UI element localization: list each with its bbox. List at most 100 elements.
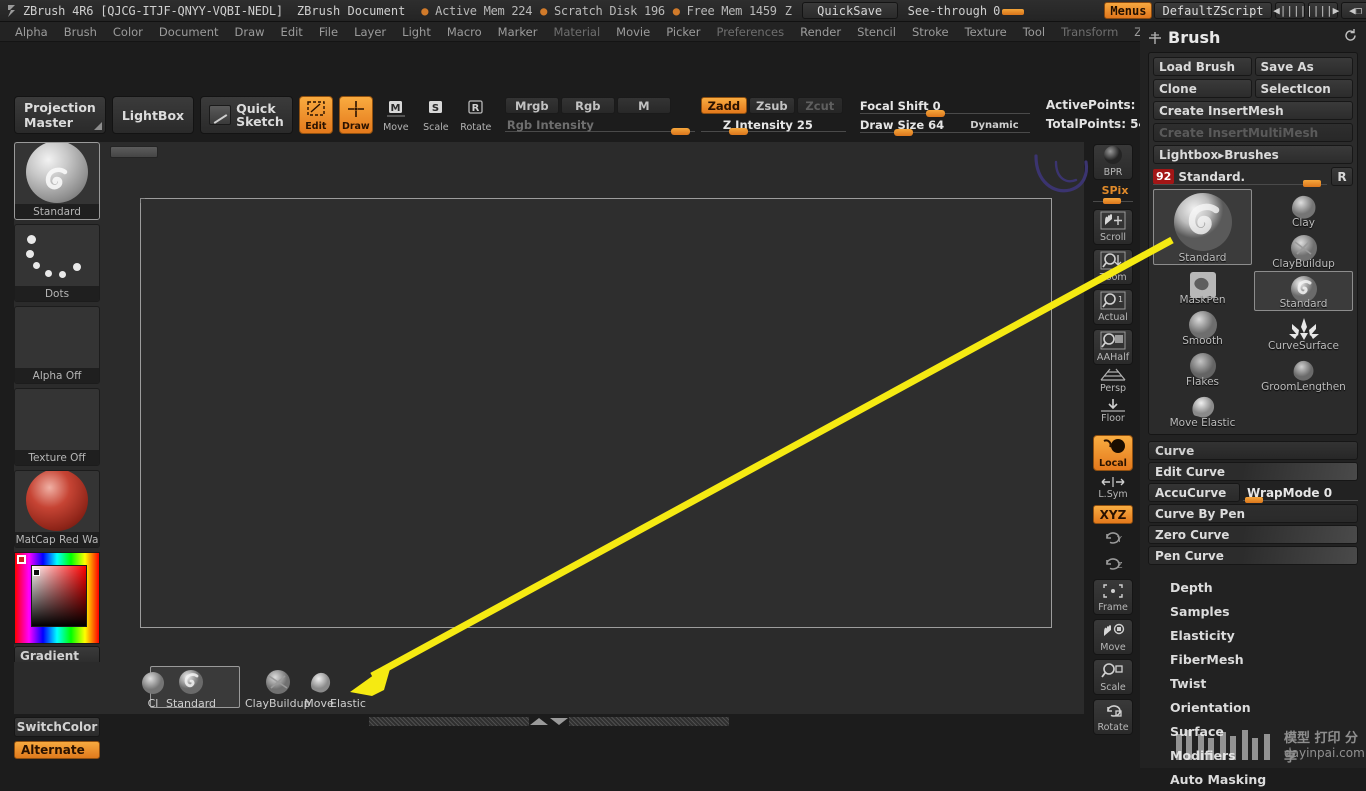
menus-button[interactable]: Menus [1104,2,1153,19]
color-picker[interactable] [14,552,100,644]
bpr-button[interactable]: BPR [1093,144,1133,180]
zadd-button[interactable]: Zadd [700,97,747,114]
alternate-button[interactable]: Alternate [14,741,100,759]
edit-button[interactable]: Edit [298,96,333,134]
rgb-intensity-slider[interactable]: Rgb Intensity [504,115,695,135]
menu-item-render[interactable]: Render [793,23,848,41]
xyz-button[interactable]: XYZ [1093,505,1133,524]
menu-item-stroke[interactable]: Stroke [905,23,956,41]
zoom-button[interactable]: Zoom [1093,249,1133,285]
tray-right-icon[interactable]: ||||▶ [1306,2,1339,19]
move-button[interactable]: M Move [379,96,413,134]
tray-item-clay[interactable]: Cl [138,671,168,710]
z-intensity-slider[interactable]: Z Intensity 25 [700,115,846,135]
zcut-button[interactable]: Zcut [796,97,843,114]
pen-curve-button[interactable]: Pen Curve [1148,546,1358,565]
brush-item-groomlengthen[interactable]: GroomLengthen [1254,353,1353,393]
accucurve-button[interactable]: AccuCurve [1148,483,1240,502]
create-insertmesh-button[interactable]: Create InsertMesh [1153,101,1353,120]
section-auto-masking[interactable]: Auto Masking [1140,767,1366,791]
zsub-button[interactable]: Zsub [748,97,795,114]
menu-item-tool[interactable]: Tool [1016,23,1052,41]
menu-item-marker[interactable]: Marker [491,23,545,41]
menu-item-transform[interactable]: Transform [1054,23,1125,41]
brush-item-standard-large[interactable]: Standard [1153,189,1252,265]
sidebar-current-brush[interactable]: Standard [14,142,100,220]
menu-item-layer[interactable]: Layer [347,23,393,41]
curve-by-pen-button[interactable]: Curve By Pen [1148,504,1358,523]
section-twist[interactable]: Twist [1140,671,1366,695]
curve-section-header[interactable]: Curve [1148,441,1358,460]
scrollbar-right-track[interactable] [569,716,729,726]
panel-move-icon[interactable] [1148,30,1162,44]
lightbox-brushes-button[interactable]: Lightbox▸Brushes [1153,145,1353,164]
menu-item-document[interactable]: Document [152,23,226,41]
brush-item-move-elastic[interactable]: Move Elastic [1153,389,1252,429]
mrgb-button[interactable]: Mrgb [504,97,559,114]
section-samples[interactable]: Samples [1140,599,1366,623]
projection-master-button[interactable]: Projection Master [14,96,106,134]
actual-button[interactable]: 1 Actual [1093,289,1133,325]
rotate-y-button[interactable]: Y [1093,527,1133,549]
brush-item-claybuildup[interactable]: ClayBuildup [1254,230,1353,270]
see-through-slider[interactable] [1002,2,1098,19]
menu-item-light[interactable]: Light [395,23,438,41]
menu-item-file[interactable]: File [312,23,345,41]
rotate-button[interactable]: R Rotate [459,96,493,134]
menu-item-preferences[interactable]: Preferences [709,23,791,41]
scale-button[interactable]: S Scale [419,96,453,134]
reset-circular-arrow-icon[interactable] [1343,28,1358,47]
m-button[interactable]: M [616,97,671,114]
zero-curve-button[interactable]: Zero Curve [1148,525,1358,544]
scrollbar-left-track[interactable] [369,716,529,726]
brush-item-standard[interactable]: Standard [1254,271,1353,311]
tray-item-elastic[interactable]: Elastic [330,697,366,710]
canvas-scrollbar[interactable] [14,714,1084,728]
scroll-down-icon[interactable] [550,717,568,725]
menu-item-texture[interactable]: Texture [958,23,1014,41]
tray-left-icon[interactable]: ◀|||| [1273,2,1306,19]
draw-size-slider[interactable]: Draw Size 64 Dynamic [859,115,1030,136]
scroll-up-icon[interactable] [530,717,548,725]
frame-button[interactable]: Frame [1093,579,1133,615]
sidebar-current-texture[interactable]: Texture Off [14,388,100,466]
menu-item-macro[interactable]: Macro [440,23,489,41]
brush-r-button[interactable]: R [1331,167,1353,186]
brush-item-smooth[interactable]: Smooth [1153,307,1252,347]
menu-item-draw[interactable]: Draw [228,23,272,41]
current-brush-slider[interactable]: 92 Standard. R [1153,167,1353,187]
load-brush-button[interactable]: Load Brush [1153,57,1252,76]
menu-item-movie[interactable]: Movie [609,23,657,41]
tray-item-standard[interactable]: Standard [166,669,216,710]
sidebar-current-alpha[interactable]: Alpha Off [14,306,100,384]
save-as-button[interactable]: Save As [1254,57,1353,76]
menu-item-material[interactable]: Material [546,23,607,41]
menu-item-brush[interactable]: Brush [57,23,104,41]
menu-item-stencil[interactable]: Stencil [850,23,903,41]
sidebar-current-material[interactable]: MatCap Red Wa [14,470,100,548]
quick-sketch-button[interactable]: Quick Sketch [200,96,293,134]
brush-item-flakes[interactable]: Flakes [1153,348,1252,388]
document-frame[interactable] [140,198,1052,628]
menu-item-edit[interactable]: Edit [274,23,310,41]
menu-item-color[interactable]: Color [106,23,150,41]
selecticon-button[interactable]: SelectIcon [1254,79,1353,98]
zscript-button[interactable]: DefaultZScript [1154,2,1272,19]
aahalf-button[interactable]: AAHalf [1093,329,1133,365]
focal-shift-slider[interactable]: Focal Shift 0 [859,96,1030,117]
brush-item-clay[interactable]: Clay [1254,189,1353,229]
section-elasticity[interactable]: Elasticity [1140,623,1366,647]
wrapmode-slider[interactable]: WrapMode 0 [1243,483,1358,503]
quicksave-button[interactable]: QuickSave [801,2,898,19]
lsym-button[interactable]: L.Sym [1093,475,1133,501]
local-button[interactable]: Local [1093,435,1133,471]
transform-scale-button[interactable]: Scale [1093,659,1133,695]
brush-item-maskpen[interactable]: MaskPen [1153,266,1252,306]
rotate-z-button[interactable]: Z [1093,553,1133,575]
canvas-area[interactable] [14,142,1084,662]
section-orientation[interactable]: Orientation [1140,695,1366,719]
tray-item-claybuildup[interactable]: ClayBuildup [245,669,311,710]
menu-item-picker[interactable]: Picker [659,23,707,41]
section-depth[interactable]: Depth [1140,575,1366,599]
sidebar-current-stroke[interactable]: Dots [14,224,100,302]
